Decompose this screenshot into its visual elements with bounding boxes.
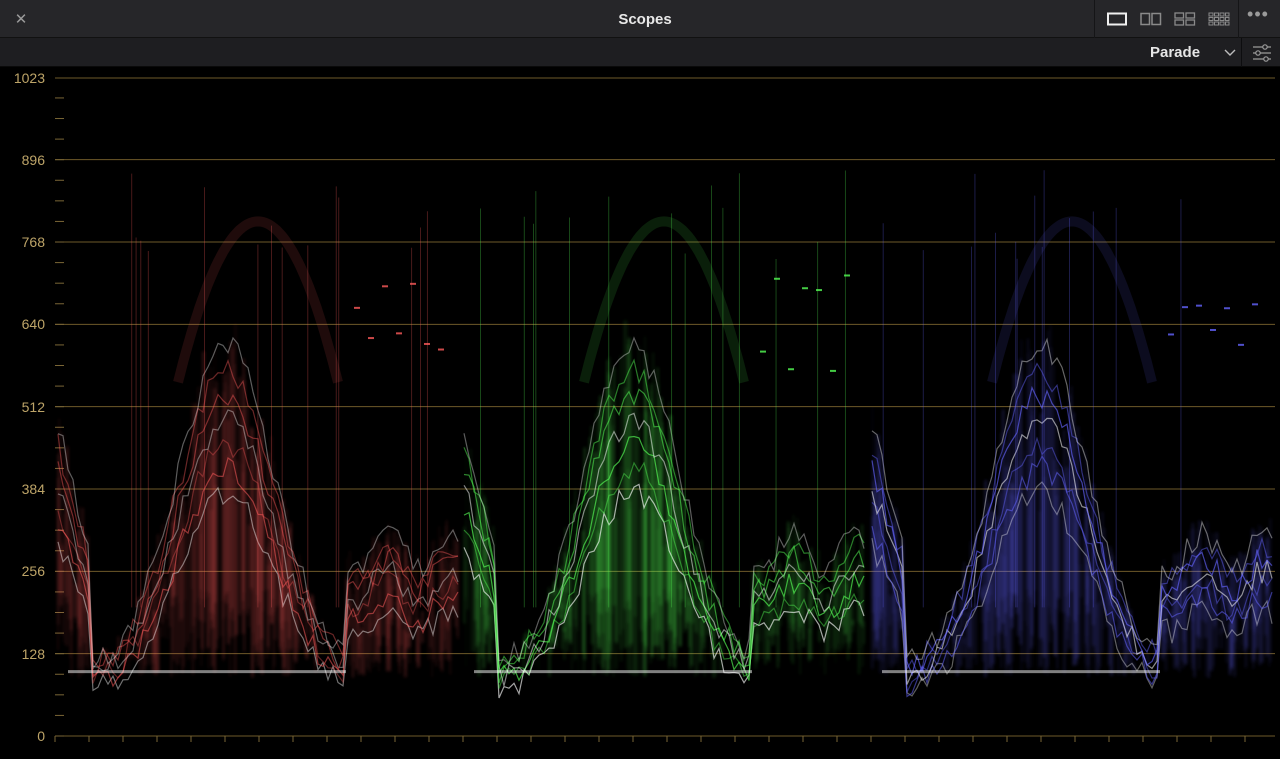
more-options-button[interactable]: ••• <box>1240 4 1276 34</box>
scope-toolbar: Parade <box>0 38 1280 67</box>
y-tick-label: 0 <box>37 728 45 744</box>
quad-view-button[interactable] <box>1169 7 1199 31</box>
y-tick-label: 128 <box>21 645 45 662</box>
scope-mode-label: Parade <box>1150 44 1201 61</box>
divider <box>1238 0 1239 38</box>
y-tick-label: 256 <box>21 563 45 580</box>
y-tick-label: 640 <box>21 316 45 333</box>
dual-layout-icon <box>1140 12 1162 26</box>
dual-view-button[interactable] <box>1135 7 1165 31</box>
parade-canvas <box>54 77 1275 742</box>
layout-switcher <box>1102 7 1234 31</box>
waveform-parade-scope[interactable]: 1023 896 768 640 512 384 256 128 0 <box>0 67 1280 759</box>
divider <box>1094 0 1095 38</box>
grid-view-button[interactable] <box>1203 7 1233 31</box>
scope-mode-dropdown[interactable]: Parade <box>1150 42 1236 64</box>
more-icon: ••• <box>1247 4 1269 24</box>
grid-layout-icon <box>1208 12 1230 26</box>
title-bar: ✕ Scopes ••• <box>0 0 1280 38</box>
single-view-button[interactable] <box>1102 7 1132 31</box>
y-tick-label: 1023 <box>13 70 45 86</box>
single-layout-icon <box>1107 12 1127 26</box>
y-tick-label: 384 <box>21 481 45 497</box>
divider <box>1241 38 1242 67</box>
window-title: Scopes <box>618 11 672 28</box>
scope-traces <box>57 170 1273 699</box>
sliders-icon <box>1253 44 1271 62</box>
chevron-down-icon <box>1224 49 1236 56</box>
scope-settings-button[interactable] <box>1250 41 1274 65</box>
y-tick-label: 896 <box>21 151 45 168</box>
quad-layout-icon <box>1174 12 1196 26</box>
y-tick-label: 512 <box>21 398 45 415</box>
y-tick-label: 768 <box>21 234 45 251</box>
